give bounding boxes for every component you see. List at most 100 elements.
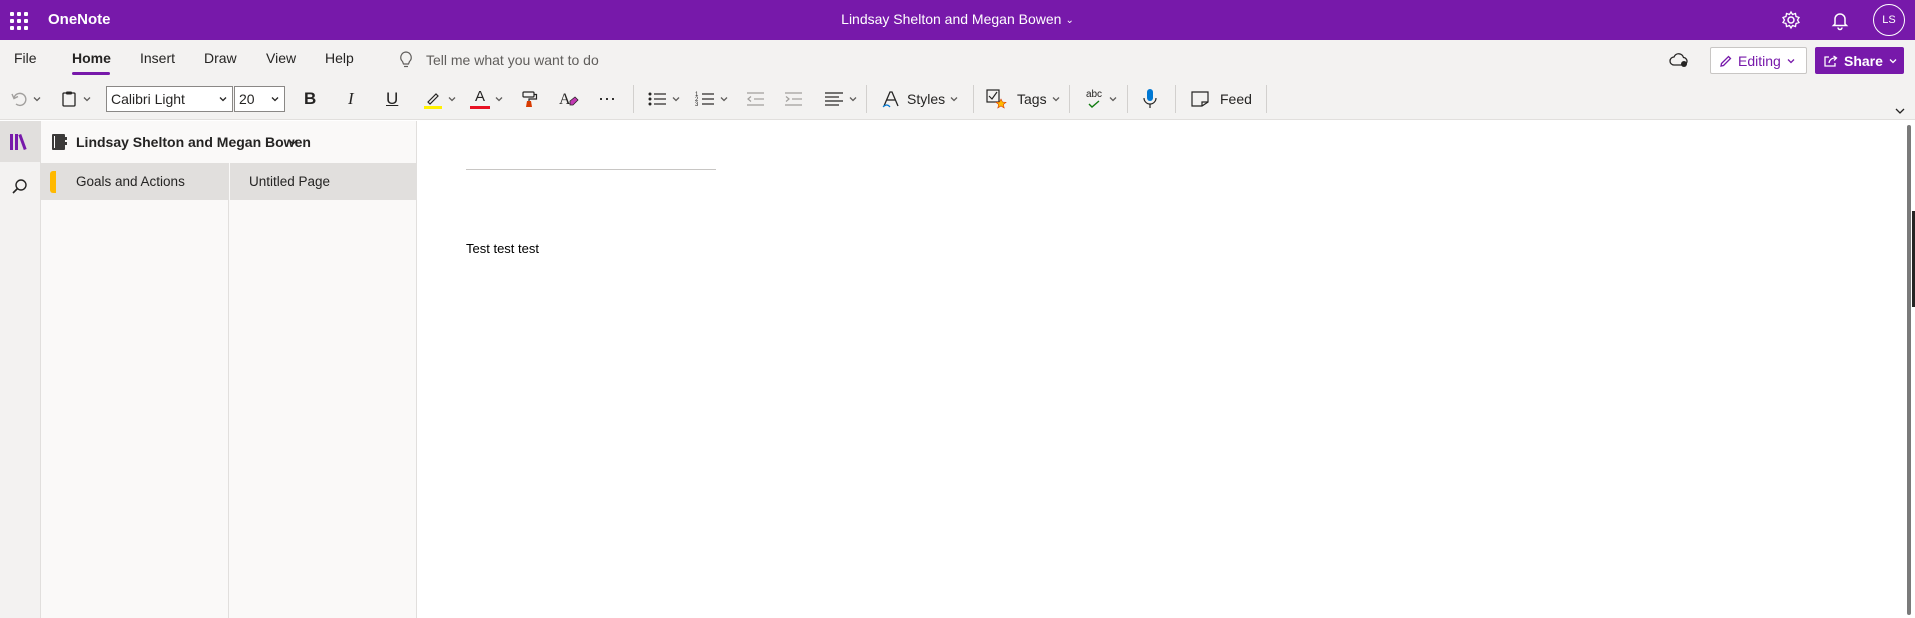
undo-button[interactable] <box>10 87 42 111</box>
ribbon-separator <box>866 85 867 113</box>
format-painter-button[interactable] <box>520 87 540 111</box>
numbered-list-icon: 1 2 3 <box>695 92 714 108</box>
menu-view[interactable]: View <box>266 50 296 66</box>
decrease-indent-icon <box>747 92 764 106</box>
scrollbar-thumb[interactable] <box>1907 125 1911 615</box>
notebook-picker[interactable]: Lindsay Shelton and Megan Bowen <box>41 121 417 163</box>
tags-button[interactable]: Tags <box>986 87 1061 111</box>
increase-indent-button[interactable] <box>783 87 803 111</box>
notifications-bell-icon[interactable] <box>1829 9 1851 31</box>
ribbon-separator <box>1069 85 1070 113</box>
editing-mode-button[interactable]: Editing <box>1710 47 1807 74</box>
svg-text:3: 3 <box>695 102 699 108</box>
clear-formatting-button[interactable]: A <box>558 87 580 111</box>
home-ribbon: Calibri Light 20 B I U A A ⋯ 1 2 3 Style… <box>0 78 1915 120</box>
format-painter-icon <box>522 91 538 107</box>
chevron-down-icon <box>271 97 279 102</box>
align-left-icon <box>825 92 843 106</box>
page-body-text[interactable]: Test test test <box>466 241 539 256</box>
highlight-button[interactable] <box>423 87 457 111</box>
decrease-indent-button[interactable] <box>745 87 765 111</box>
font-size-select[interactable]: 20 <box>234 86 285 112</box>
navigation-rail <box>0 121 41 618</box>
menu-home[interactable]: Home <box>72 50 111 66</box>
page-title-field[interactable] <box>466 169 716 170</box>
page-canvas[interactable]: Test test test <box>418 121 1903 618</box>
tag-checkbox-star-icon <box>986 89 1007 109</box>
chevron-down-icon <box>288 139 298 145</box>
chevron-down-icon <box>495 97 503 102</box>
chevron-down-icon <box>672 97 680 102</box>
font-color-icon: A <box>470 89 490 109</box>
font-color-letter: A <box>474 88 485 105</box>
chevron-down-icon <box>720 97 728 102</box>
section-item[interactable]: Goals and Actions <box>41 163 229 200</box>
section-label: Goals and Actions <box>76 174 185 189</box>
share-button[interactable]: Share <box>1815 47 1904 74</box>
font-name-value: Calibri Light <box>111 91 185 107</box>
notebooks-library-icon <box>10 133 27 151</box>
chevron-down-icon <box>1109 97 1117 102</box>
font-color-button[interactable]: A <box>470 87 504 111</box>
page-item[interactable]: Untitled Page <box>230 163 417 200</box>
bold-button[interactable]: B <box>304 87 316 111</box>
section-color-tab <box>50 171 56 193</box>
editing-label: Editing <box>1738 52 1781 69</box>
title-bar: OneNote Lindsay Shelton and Megan Bowen ⌄… <box>0 0 1915 40</box>
feed-note-icon <box>1191 91 1209 107</box>
share-icon <box>1824 54 1838 67</box>
menu-bar: File Home Insert Draw View Help Tell me … <box>0 40 1915 78</box>
bullets-button[interactable] <box>647 87 681 111</box>
highlighter-icon <box>424 93 442 109</box>
styles-button[interactable]: Styles <box>881 87 959 111</box>
page-list: Untitled Page <box>230 163 417 618</box>
notebook-title-dropdown[interactable]: Lindsay Shelton and Megan Bowen ⌄ <box>0 11 1915 27</box>
ribbon-separator <box>1266 85 1267 113</box>
user-avatar[interactable]: LS <box>1873 4 1905 36</box>
chevron-down-icon: ⌄ <box>1065 15 1074 26</box>
chevron-down-icon <box>1889 58 1897 63</box>
search-icon[interactable] <box>10 177 30 197</box>
numbering-button[interactable]: 1 2 3 <box>695 87 729 111</box>
menu-draw[interactable]: Draw <box>204 50 237 66</box>
dictate-button[interactable] <box>1141 87 1159 111</box>
feed-label: Feed <box>1220 91 1252 107</box>
menu-file[interactable]: File <box>14 50 37 66</box>
increase-indent-icon <box>785 92 802 106</box>
chevron-down-icon <box>950 97 958 102</box>
menu-help[interactable]: Help <box>325 50 354 66</box>
notebook-icon <box>52 134 67 150</box>
canvas-scrollbar[interactable] <box>1903 121 1915 618</box>
page-label: Untitled Page <box>249 174 331 189</box>
feed-button[interactable]: Feed <box>1190 87 1252 111</box>
undo-icon <box>11 92 27 107</box>
checkmark-icon <box>1088 100 1100 108</box>
tell-me-search[interactable]: Tell me what you want to do <box>426 52 599 68</box>
section-list: Goals and Actions <box>41 163 229 618</box>
underline-button[interactable]: U <box>386 87 398 111</box>
chevron-down-icon <box>219 97 227 102</box>
italic-button[interactable]: I <box>348 87 354 111</box>
ribbon-separator <box>973 85 974 113</box>
font-name-select[interactable]: Calibri Light <box>106 86 233 112</box>
active-tab-indicator <box>72 72 110 75</box>
paragraph-alignment-button[interactable] <box>824 87 858 111</box>
ribbon-separator <box>633 85 634 113</box>
more-options-button[interactable]: ⋯ <box>598 87 617 111</box>
collapse-ribbon-chevron-icon[interactable] <box>1893 104 1907 118</box>
font-color-swatch <box>470 106 490 109</box>
spelling-button[interactable]: abc <box>1084 87 1118 111</box>
svg-text:A: A <box>559 91 571 108</box>
notebooks-rail-button[interactable] <box>0 121 40 162</box>
settings-gear-icon[interactable] <box>1780 9 1802 31</box>
paste-button[interactable] <box>60 87 92 111</box>
notebook-title: Lindsay Shelton and Megan Bowen <box>841 11 1062 27</box>
sync-status-icon[interactable] <box>1668 51 1690 69</box>
bulleted-list-icon <box>648 92 666 106</box>
chevron-down-icon <box>1052 97 1060 102</box>
tags-label: Tags <box>1017 91 1047 107</box>
microphone-icon <box>1143 89 1157 108</box>
clear-formatting-icon: A <box>559 91 579 108</box>
menu-insert[interactable]: Insert <box>140 50 175 66</box>
spell-check-icon: abc <box>1084 90 1104 108</box>
